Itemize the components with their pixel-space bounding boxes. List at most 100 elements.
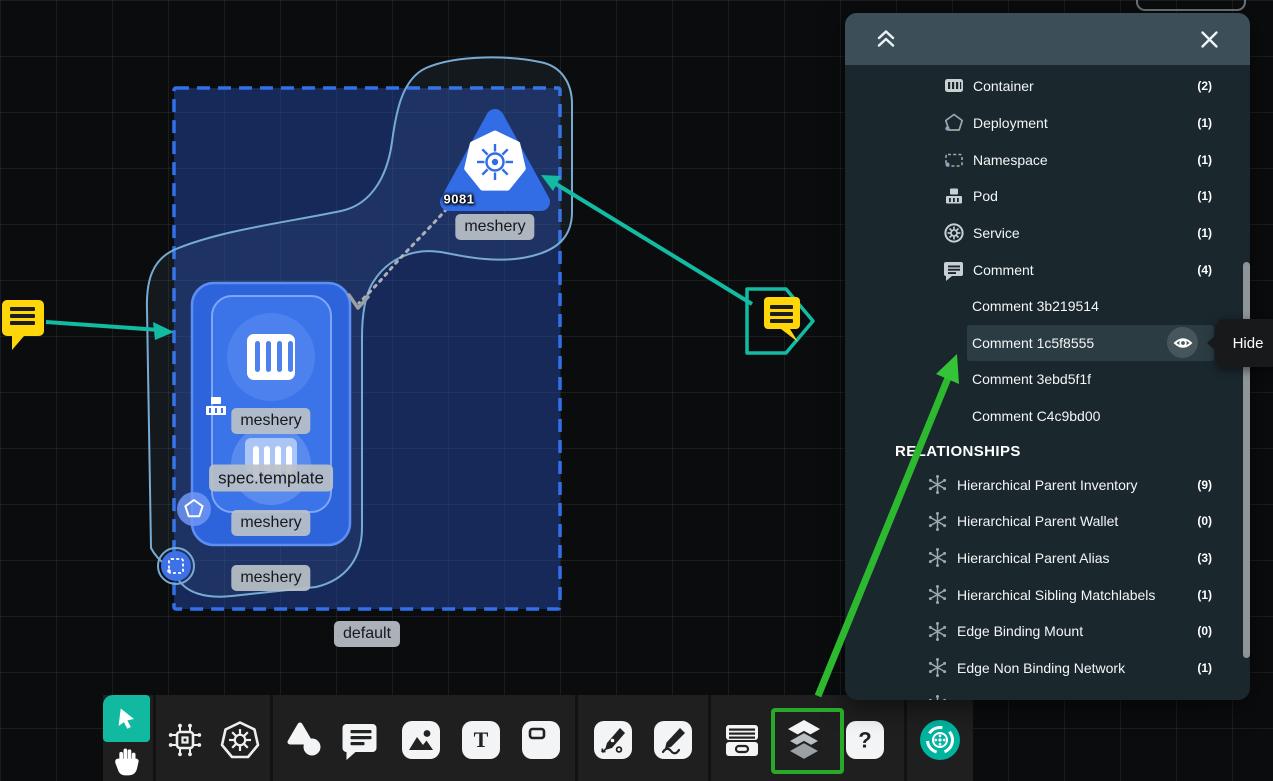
- relationship-icon: [926, 620, 948, 642]
- relationship-row[interactable]: Hierarchical Sibling Matchlabels (1): [845, 576, 1250, 613]
- tool-kubernetes-button[interactable]: [218, 718, 262, 762]
- panel-item-pod[interactable]: Pod (1): [845, 178, 1250, 215]
- relationship-icon: [926, 510, 948, 532]
- drawer-icon: [722, 720, 762, 760]
- select-cursor-icon: [113, 705, 141, 733]
- panel-item-label: Container: [973, 78, 1034, 94]
- relationship-icon: [926, 584, 948, 606]
- toolbar-divider: [575, 695, 578, 781]
- right-comment-edge: [541, 175, 752, 304]
- eye-icon: [1173, 335, 1193, 351]
- relationship-row[interactable]: Hierarchical Parent Wallet (0): [845, 503, 1250, 540]
- tool-pen-button[interactable]: [591, 718, 635, 762]
- panel-item-namespace[interactable]: Namespace (1): [845, 141, 1250, 178]
- relationship-label: Edge Binding Mount: [957, 623, 1083, 639]
- comment-node-right[interactable]: [747, 289, 813, 353]
- comment-label: Comment 3b219514: [972, 298, 1099, 314]
- relationship-label: Hierarchical Parent Inventory: [957, 477, 1138, 493]
- toolbar-divider: [270, 695, 273, 781]
- container-node[interactable]: [227, 313, 315, 401]
- namespace-name-label: meshery: [231, 565, 310, 591]
- namespace-badge-icon: [158, 548, 194, 584]
- relationship-row[interactable]: Hierarchical Parent Alias (3): [845, 540, 1250, 577]
- comment-list-item[interactable]: Comment C4c9bd00: [845, 398, 1250, 435]
- container-icon: [942, 75, 966, 97]
- pen-icon: [598, 725, 628, 755]
- tool-pan-button[interactable]: [103, 742, 150, 781]
- tool-component-button[interactable]: [163, 718, 207, 762]
- help-icon: ?: [851, 726, 879, 754]
- panel-item-count: (1): [1197, 189, 1250, 203]
- tool-image-button[interactable]: [399, 718, 443, 762]
- image-icon: [406, 725, 436, 755]
- toolbar-divider: [904, 695, 907, 781]
- tool-pencil-button[interactable]: [651, 718, 695, 762]
- tool-help-button[interactable]: ?: [843, 718, 887, 762]
- relationship-row[interactable]: Hierarchical Parent Inventory (9): [845, 466, 1250, 503]
- relationship-row[interactable]: Edge Non Binding Network (1): [845, 650, 1250, 687]
- panel-item-deployment[interactable]: Deployment (1): [845, 105, 1250, 142]
- panel-item-container[interactable]: Container (2): [845, 68, 1250, 105]
- relationship-row-partial[interactable]: [845, 686, 1250, 700]
- tool-shapes-button[interactable]: [283, 718, 327, 762]
- note-icon: [526, 725, 556, 755]
- comment-node-left[interactable]: [2, 300, 44, 350]
- toolbar-divider: [153, 695, 156, 781]
- elements-panel: Container (2) Deployment (1) Namespace (…: [845, 13, 1250, 700]
- collapse-panel-button[interactable]: [875, 28, 897, 50]
- relationship-icon: [926, 547, 948, 569]
- deployment-icon: [942, 112, 966, 134]
- hide-tooltip-label: Hide: [1233, 335, 1264, 352]
- tool-layers-button[interactable]: [782, 718, 826, 762]
- background-toolbar-sliver: [1136, 0, 1246, 11]
- kubernetes-wheel-icon: [477, 144, 513, 180]
- tool-drawer-button[interactable]: [720, 718, 764, 762]
- deployment-badge-icon: [177, 492, 211, 526]
- relationship-label: Hierarchical Sibling Matchlabels: [957, 587, 1155, 603]
- relationship-label: Hierarchical Parent Wallet: [957, 513, 1118, 529]
- relationship-row[interactable]: Edge Binding Mount (0): [845, 613, 1250, 650]
- visibility-toggle-button[interactable]: [1167, 327, 1198, 358]
- comment-list-item[interactable]: Comment 3b219514: [845, 288, 1250, 325]
- svg-text:?: ?: [858, 728, 871, 753]
- kubernetes-icon: [219, 719, 261, 761]
- component-chip-icon: [165, 720, 205, 760]
- layers-icon: [782, 716, 826, 764]
- relationship-count: (1): [1197, 661, 1250, 675]
- service-port-label: 9081: [444, 192, 475, 207]
- tool-text-button[interactable]: T: [459, 718, 503, 762]
- service-name-label: meshery: [455, 214, 534, 240]
- panel-item-count: (2): [1197, 79, 1250, 93]
- panel-item-label: Namespace: [973, 152, 1048, 168]
- svg-text:T: T: [474, 727, 489, 752]
- panel-item-count: (1): [1197, 153, 1250, 167]
- chevron-double-up-icon: [875, 28, 897, 50]
- pod-name-label: meshery: [231, 408, 310, 434]
- left-comment-edge: [46, 322, 174, 340]
- relationship-label: Hierarchical Parent Alias: [957, 550, 1110, 566]
- pod-icon: [942, 185, 966, 207]
- tool-note-button[interactable]: [519, 718, 563, 762]
- relationships-header: RELATIONSHIPS: [845, 436, 1250, 466]
- spec-template-label: spec.template: [209, 465, 333, 492]
- panel-header: [845, 13, 1250, 65]
- hide-tooltip: Hide: [1216, 319, 1273, 367]
- relationship-label: Edge Non Binding Network: [957, 660, 1125, 676]
- comment-label: Comment C4c9bd00: [972, 408, 1100, 424]
- comment-icon: [341, 720, 381, 760]
- panel-item-service[interactable]: Service (1): [845, 215, 1250, 252]
- tool-comment-button[interactable]: [339, 718, 383, 762]
- tool-select-button[interactable]: [103, 695, 150, 742]
- panel-item-count: (1): [1197, 116, 1250, 130]
- relationship-icon: [926, 694, 948, 700]
- pan-hand-icon: [112, 746, 142, 778]
- comment-list-item[interactable]: Comment 3ebd5f1f: [845, 361, 1250, 398]
- panel-item-comment[interactable]: Comment (4): [845, 251, 1250, 288]
- close-panel-button[interactable]: [1198, 28, 1220, 50]
- namespace-icon: [942, 149, 966, 171]
- meshery-logo-button[interactable]: [918, 718, 962, 762]
- comment-label: Comment 3ebd5f1f: [972, 371, 1091, 387]
- pencil-icon: [658, 725, 688, 755]
- deployment-name-label: meshery: [231, 510, 310, 536]
- text-icon: T: [467, 726, 495, 754]
